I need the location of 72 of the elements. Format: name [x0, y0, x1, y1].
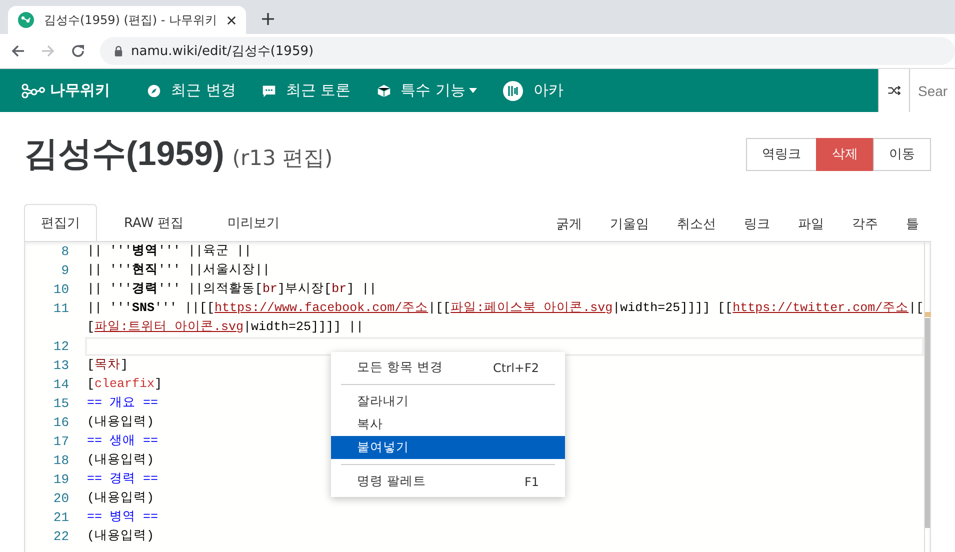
code-line: (내용입력): [87, 490, 154, 507]
new-tab-icon[interactable]: [262, 13, 274, 25]
menu-item[interactable]: 복사: [331, 413, 565, 436]
line-number: 20: [52, 490, 69, 508]
action-button[interactable]: 삭제: [816, 138, 874, 170]
logo[interactable]: 나무위키: [20, 81, 110, 100]
toolbar-button[interactable]: 틀: [894, 207, 931, 241]
line-number: 9: [60, 262, 69, 280]
tab-title: 김성수(1959) (편집) - 나무위키: [44, 12, 218, 28]
line-number: 8: [60, 243, 69, 261]
code-line: || '''현직''' ||서울시장||: [87, 262, 270, 279]
lock-icon: [114, 45, 123, 57]
nav-link[interactable]: 최근 변경: [134, 80, 249, 100]
menu-item[interactable]: 잘라내기: [331, 390, 565, 413]
toolbar-button[interactable]: 파일: [786, 207, 836, 241]
line-number: 12: [52, 338, 69, 356]
line-number: 19: [52, 471, 69, 489]
toolbar-button[interactable]: 취소선: [665, 207, 728, 241]
reload-icon[interactable]: [70, 43, 86, 59]
code-line: || '''SNS''' ||[[https://www.facebook.com/주소|[[파일:페이스북 아이콘.svg|width=25]]]] [[https://twitter.com/주소|[ [파일:트위터 아이콘.svg|width=25]]]] ||: [87, 300, 924, 336]
code-line: == 경력 ==: [87, 471, 158, 488]
random-button[interactable]: [879, 69, 910, 112]
cube-icon: [376, 84, 391, 98]
line-number: 22: [52, 528, 69, 546]
line-number: 14: [52, 376, 69, 394]
code-line: == 개요 ==: [87, 395, 158, 412]
code-line: == 병역 ==: [87, 509, 158, 526]
code-line: (내용입력): [87, 528, 154, 545]
line-number: 17: [52, 433, 69, 451]
logo-icon: [20, 82, 46, 98]
menu-item[interactable]: 모든 항목 변경 Ctrl+F2: [331, 356, 565, 379]
code-line: [clearfix]: [87, 376, 162, 393]
revision-label: (r13 편집): [232, 145, 333, 172]
line-number: 11: [52, 300, 69, 318]
back-icon[interactable]: [10, 43, 26, 59]
page-title: 김성수(1959): [24, 134, 224, 175]
nav-link[interactable]: 특수 기능: [364, 80, 490, 100]
line-number: 18: [52, 452, 69, 470]
line-number: 16: [52, 414, 69, 432]
toolbar-button[interactable]: 링크: [732, 207, 782, 241]
code-line: [목차]: [87, 357, 128, 374]
arca-icon: [503, 80, 524, 100]
menu-item[interactable]: 붙여넣기: [331, 436, 565, 459]
address-bar[interactable]: namu.wiki/edit/김성수(1959): [100, 37, 955, 65]
editor-tab[interactable]: 미리보기: [210, 204, 297, 241]
code-line: == 생애 ==: [87, 433, 158, 450]
line-number: 21: [52, 509, 69, 527]
nav-link[interactable]: 최근 토론: [248, 80, 364, 100]
scrollbar[interactable]: [924, 242, 930, 552]
toolbar-button[interactable]: 굵게: [544, 207, 594, 241]
toolbar-button[interactable]: 기울임: [598, 207, 661, 241]
code-line: || '''경력''' ||의적활동[br]부시장[br] ||: [87, 281, 377, 298]
action-button[interactable]: 이동: [873, 138, 931, 170]
line-number: 13: [52, 357, 69, 375]
search-field[interactable]: Sear: [910, 69, 955, 112]
code-line: (내용입력): [87, 414, 154, 431]
chat-icon: [262, 84, 276, 98]
close-icon[interactable]: [227, 16, 236, 24]
editor-tab[interactable]: 편집기: [24, 204, 97, 241]
toolbar-button[interactable]: 각주: [840, 207, 890, 241]
shuffle-icon: [888, 86, 900, 95]
line-number: 15: [52, 395, 69, 413]
compass-icon: [147, 84, 161, 98]
browser-tab[interactable]: 김성수(1959) (편집) - 나무위키: [8, 6, 246, 34]
editor-tab[interactable]: RAW 편집: [107, 204, 201, 241]
nav-link[interactable]: 아카: [490, 80, 576, 100]
favicon-icon: [18, 12, 34, 28]
line-number: 10: [52, 281, 69, 299]
action-button[interactable]: 역링크: [746, 138, 817, 170]
code-line: (내용입력): [87, 452, 154, 469]
menu-item[interactable]: 명령 팔레트 F1: [331, 470, 565, 493]
code-line: || '''병역''' ||육군 ||: [87, 243, 252, 260]
